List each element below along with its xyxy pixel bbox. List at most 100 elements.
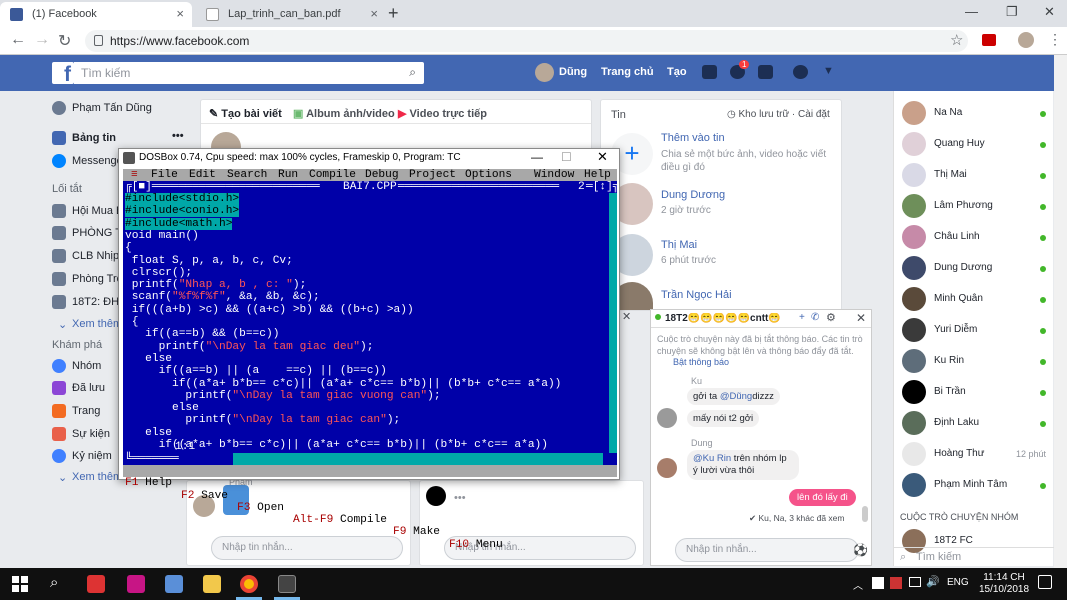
contact-item[interactable]: Na Na: [894, 99, 1054, 127]
contact-item[interactable]: Yuri Diễm: [894, 316, 1054, 344]
contact-item[interactable]: Dung Dương: [894, 254, 1054, 282]
chat-header[interactable]: 18T2😁😁😁😁😁cntt😁 + ✆ ⚙ ✕: [651, 310, 871, 328]
maximize-button[interactable]: ❐: [1006, 4, 1018, 20]
windows-start-icon[interactable]: [12, 576, 28, 592]
create-link[interactable]: Tạo: [667, 66, 687, 78]
url-bar[interactable]: https://www.facebook.com: [85, 30, 968, 52]
menu-search[interactable]: Search: [227, 169, 267, 181]
more-options-icon[interactable]: •••: [454, 492, 466, 504]
editor-close-box[interactable]: ╔[■]═════════════════════════: [125, 181, 320, 193]
status-item-help[interactable]: F1 Help: [125, 477, 172, 489]
home-link[interactable]: Trang chủ: [601, 66, 654, 78]
status-item-open[interactable]: F3 Open: [237, 502, 284, 514]
reload-icon[interactable]: ↻: [58, 31, 71, 51]
close-icon[interactable]: ✕: [856, 311, 866, 325]
profile-link[interactable]: Dũng: [559, 66, 587, 78]
search-icon[interactable]: ⌕: [50, 574, 58, 591]
user-avatar[interactable]: [535, 63, 554, 82]
menu-edit[interactable]: Edit: [189, 169, 216, 181]
create-post-tab[interactable]: ✎ Tạo bài viết: [209, 107, 282, 120]
tray-app-icon[interactable]: [872, 577, 884, 589]
notifications-icon[interactable]: [758, 65, 773, 79]
search-icon[interactable]: ⌕: [409, 65, 416, 80]
minimize-button[interactable]: —: [965, 4, 978, 19]
facebook-logo[interactable]: f: [52, 62, 74, 86]
contact-item[interactable]: Minh Quân: [894, 285, 1054, 313]
notification-center-icon[interactable]: [1038, 575, 1052, 589]
menu-options[interactable]: Options: [465, 169, 512, 181]
close-icon[interactable]: ✕: [622, 310, 636, 324]
chat-message-input[interactable]: Nhập tin nhắn...: [675, 538, 859, 562]
battery-icon[interactable]: [909, 577, 921, 587]
horizontal-scrollbar[interactable]: [233, 453, 603, 465]
clock[interactable]: 11:14 CH 15/10/2018: [974, 572, 1034, 596]
menu-file[interactable]: File: [151, 169, 178, 181]
menu-dots-icon[interactable]: ⋮: [1048, 31, 1062, 48]
status-item-make[interactable]: F9 Make: [393, 526, 440, 538]
menu-run[interactable]: Run: [278, 169, 298, 181]
contact-item[interactable]: Định Laku: [894, 409, 1054, 437]
app-icon[interactable]: [127, 575, 145, 593]
archive-link[interactable]: ◷ Kho lưu trữ · Cài đặt: [727, 109, 830, 120]
mention[interactable]: @Ku Rin: [693, 453, 731, 464]
story-name[interactable]: Trần Ngọc Hải: [661, 289, 732, 301]
tray-app-icon[interactable]: [890, 577, 902, 589]
live-video-tab[interactable]: ▶ Video trực tiếp: [398, 107, 487, 120]
photo-album-tab[interactable]: ▣ Album ảnh/video: [293, 107, 395, 120]
dosbox-taskbar-icon[interactable]: [278, 575, 296, 593]
add-icon[interactable]: +: [799, 312, 805, 323]
contact-item[interactable]: Hoàng Thư 12 phút: [894, 440, 1054, 468]
volume-icon[interactable]: 🔊: [926, 575, 940, 588]
menu-help[interactable]: Help: [584, 169, 611, 181]
chrome-icon[interactable]: [240, 575, 258, 593]
ball-icon[interactable]: ⚽: [853, 543, 868, 557]
mention[interactable]: @Dũng: [720, 391, 752, 402]
contact-search-input[interactable]: ⌕ Tìm kiếm: [894, 547, 1054, 566]
close-button[interactable]: ✕: [597, 149, 608, 165]
forward-icon[interactable]: →: [34, 31, 50, 49]
contact-item[interactable]: Bi Trần: [894, 378, 1054, 406]
add-story-link[interactable]: Thêm vào tin: [661, 132, 725, 144]
tray-chevron-icon[interactable]: ︿: [853, 577, 863, 592]
tab-facebook[interactable]: (1) Facebook ×: [0, 2, 192, 27]
story-name[interactable]: Dung Dương: [661, 189, 725, 201]
language-indicator[interactable]: ENG: [947, 577, 969, 588]
help-icon[interactable]: [793, 65, 808, 79]
file-explorer-icon[interactable]: [203, 575, 221, 593]
status-item-compile[interactable]: Alt-F9 Compile: [293, 514, 387, 526]
friend-requests-icon[interactable]: [702, 65, 717, 79]
zoom-box[interactable]: ═[↕]╗: [586, 181, 620, 193]
bookmark-star-icon[interactable]: ☆: [950, 31, 963, 49]
menu-compile[interactable]: Compile: [309, 169, 356, 181]
app-icon[interactable]: [165, 575, 183, 593]
close-tab-icon[interactable]: ×: [370, 6, 378, 21]
status-item-save[interactable]: F2 Save: [181, 490, 228, 502]
new-tab-button[interactable]: +: [388, 3, 399, 24]
dosbox-titlebar[interactable]: DOSBox 0.74, Cpu speed: max 100% cycles,…: [119, 149, 619, 169]
menu-project[interactable]: Project: [409, 169, 456, 181]
search-input[interactable]: Tìm kiếm ⌕: [74, 62, 424, 84]
extension-icon[interactable]: [982, 34, 996, 46]
message-input[interactable]: Nhập tin nhắn...: [211, 536, 403, 560]
story-name[interactable]: Thị Mai: [661, 239, 697, 251]
close-window-button[interactable]: ✕: [1044, 4, 1055, 20]
maximize-button[interactable]: ☐: [561, 150, 572, 164]
menu-window[interactable]: Window: [534, 169, 574, 181]
tab-pdf[interactable]: Lap_trinh_can_ban.pdf ×: [196, 2, 386, 27]
page-scrollbar[interactable]: [1054, 55, 1067, 568]
contact-item[interactable]: Phạm Minh Tâm: [894, 471, 1054, 499]
status-item-menu[interactable]: F10 Menu: [449, 539, 503, 551]
menu-debug[interactable]: Debug: [365, 169, 399, 181]
contact-item[interactable]: Thị Mai: [894, 161, 1054, 189]
app-icon[interactable]: [87, 575, 105, 593]
system-menu[interactable]: ≡: [131, 169, 138, 181]
vertical-scrollbar[interactable]: [609, 193, 617, 453]
contact-item[interactable]: Quang Huy: [894, 130, 1054, 158]
unmute-link[interactable]: Bật thông báo: [673, 357, 729, 367]
profile-avatar[interactable]: [1018, 32, 1034, 48]
gear-icon[interactable]: ⚙: [826, 311, 836, 324]
back-icon[interactable]: ←: [10, 31, 26, 49]
close-tab-icon[interactable]: ×: [176, 6, 184, 21]
code-editor[interactable]: #include<stdio.h> #include<conio.h> #inclu…: [123, 193, 607, 453]
contact-item[interactable]: Ku Rin: [894, 347, 1054, 375]
